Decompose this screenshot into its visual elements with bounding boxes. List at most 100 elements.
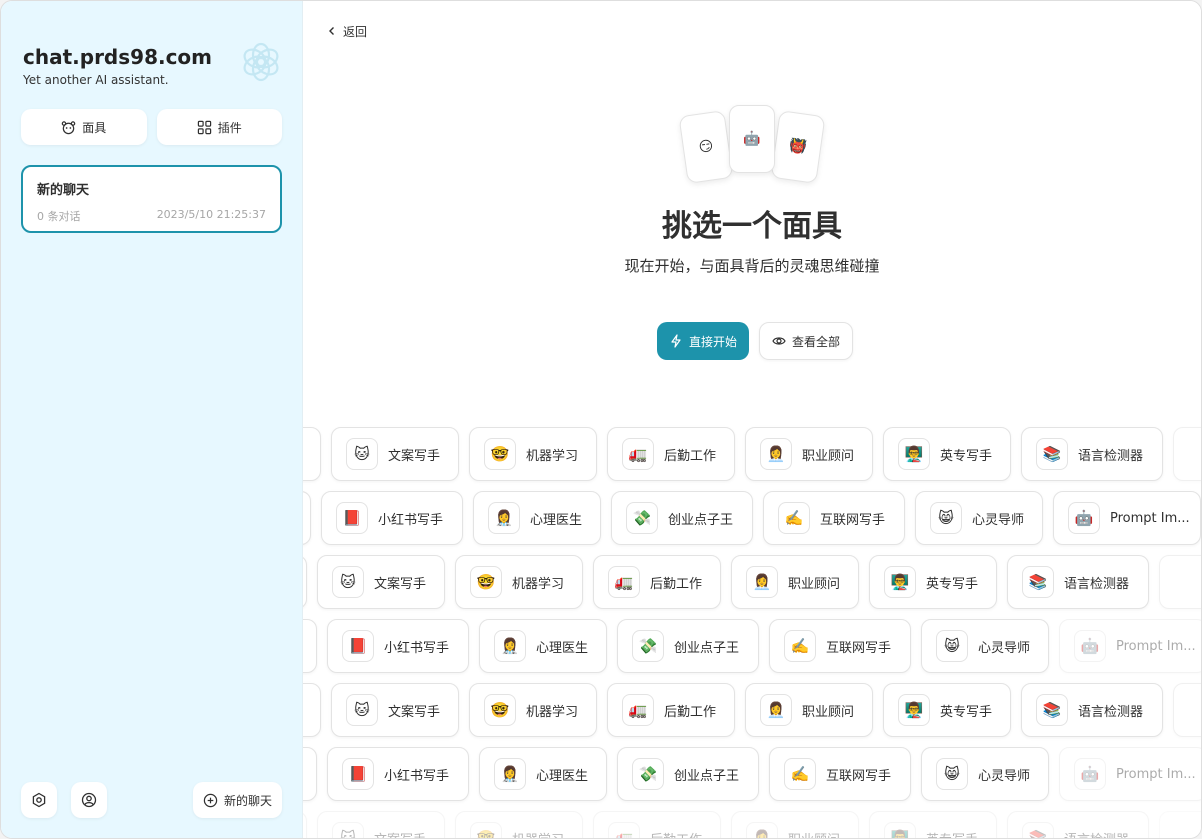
mask-name: 英专写手: [940, 448, 993, 464]
mask-chip[interactable]: [303, 555, 307, 609]
chat-list-item[interactable]: 新的聊天 0 条对话 2023/5/10 21:25:37: [21, 165, 282, 233]
mask-chip[interactable]: 🚛 后勤工作: [607, 683, 735, 737]
mask-chip[interactable]: 🐱 文案写手: [331, 683, 459, 737]
mask-name: Prompt Im...: [1110, 510, 1190, 526]
mask-chip[interactable]: 💸 创业点子王: [617, 619, 759, 673]
mask-name: 创业点子王: [674, 640, 740, 656]
mask-avatar-icon: 📚: [1022, 566, 1054, 598]
mask-chip[interactable]: 🚛 后勤工作: [593, 555, 721, 609]
mask-chip[interactable]: 👨‍🏫 英专写手: [883, 683, 1011, 737]
mask-avatar-icon: 📚: [1036, 694, 1068, 726]
mask-avatar-icon: 👩‍💼: [760, 694, 792, 726]
mask-button[interactable]: 面具: [21, 109, 147, 145]
mask-name: 互联网写手: [826, 640, 892, 656]
mask-chip[interactable]: [1173, 683, 1201, 737]
settings-icon: [32, 792, 46, 808]
mask-chip[interactable]: 👩‍⚕️ 心理医生: [479, 747, 607, 801]
mask-avatar-icon: 👨‍🏫: [884, 566, 916, 598]
mask-row: 📕 小红书写手 👩‍⚕️ 心理医生 💸 创业点子王 ✍️ 互联网写手 😸 心灵导师 🤖 Prompt …: [303, 747, 1201, 801]
mask-chip[interactable]: [303, 747, 317, 801]
mask-name: 机器学习: [526, 704, 579, 720]
mask-row: 🐱 文案写手 🤓 机器学习 🚛 后勤工作 👩‍💼 职业顾问 👨‍🏫 英专写手 📚 语言检测器: [303, 683, 1201, 737]
mask-name: 后勤工作: [650, 576, 703, 592]
start-directly-button[interactable]: 直接开始: [657, 322, 750, 360]
mask-chip[interactable]: 👩‍⚕️ 心理医生: [479, 619, 607, 673]
mask-chip[interactable]: 👩‍💼 职业顾问: [745, 427, 873, 481]
mask-chip[interactable]: [303, 811, 307, 838]
mask-chip[interactable]: 👩‍💼 职业顾问: [731, 555, 859, 609]
mask-chip[interactable]: 👨‍🏫 英专写手: [883, 427, 1011, 481]
mask-chip[interactable]: 🤓 机器学习: [455, 811, 583, 838]
mask-chip[interactable]: [303, 619, 317, 673]
settings-button[interactable]: [21, 782, 57, 818]
mask-chip[interactable]: 👩‍💼 职业顾问: [745, 683, 873, 737]
mask-chip[interactable]: 💸 创业点子王: [611, 491, 753, 545]
mask-avatar-icon: 📕: [336, 502, 368, 534]
mask-chip[interactable]: [303, 491, 311, 545]
new-chat-label: 新的聊天: [223, 793, 272, 808]
mask-chip[interactable]: 🚛 后勤工作: [607, 427, 735, 481]
mask-chip[interactable]: 😸 心灵导师: [921, 619, 1049, 673]
mask-chip[interactable]: 💸 创业点子王: [617, 747, 759, 801]
mask-name: 文案写手: [374, 576, 427, 592]
mask-avatar-icon: 🐱: [332, 822, 364, 838]
mask-chip[interactable]: 😸 心灵导师: [915, 491, 1043, 545]
mask-name: 心灵导师: [972, 512, 1025, 528]
mask-avatar-icon: 💸: [626, 502, 658, 534]
mask-row: 🐱 文案写手 🤓 机器学习 🚛 后勤工作 👩‍💼 职业顾问 👨‍🏫 英专写手 📚 语言检测器: [303, 427, 1201, 481]
mask-chip[interactable]: 📚 语言检测器: [1021, 683, 1163, 737]
mask-chip[interactable]: 😸 心灵导师: [921, 747, 1049, 801]
mask-avatar-icon: 🐱: [346, 438, 378, 470]
mask-chip[interactable]: [1159, 555, 1201, 609]
mask-name: 语言检测器: [1064, 829, 1129, 839]
mask-chip[interactable]: [1173, 427, 1201, 481]
mask-avatar-icon: 🐱: [346, 694, 378, 726]
mask-chip[interactable]: [303, 427, 321, 481]
mask-selection-page: 返回 😏 🤖 👹 挑选一个面具 现在开始，与面具背后的灵魂思维碰撞 直接开始 查…: [303, 1, 1201, 838]
mask-chip[interactable]: 🚛 后勤工作: [593, 811, 721, 838]
account-button[interactable]: [71, 782, 107, 818]
mask-chip[interactable]: 🐱 文案写手: [317, 555, 445, 609]
mask-chip[interactable]: 🤓 机器学习: [469, 427, 597, 481]
mask-avatar-icon: 🤓: [484, 694, 516, 726]
mask-chip[interactable]: 📕 小红书写手: [321, 491, 463, 545]
mask-name: 互联网写手: [826, 768, 892, 784]
mask-name: 心理医生: [536, 768, 589, 784]
mask-chip[interactable]: 📚 语言检测器: [1007, 811, 1149, 838]
plugin-button[interactable]: 插件: [156, 109, 282, 145]
back-button[interactable]: 返回: [327, 21, 367, 41]
new-chat-button[interactable]: 新的聊天: [192, 782, 282, 818]
mask-chip[interactable]: 🤖 Prompt Im...: [1059, 747, 1201, 801]
user-icon: [81, 792, 97, 808]
mask-name: 心灵导师: [978, 768, 1031, 784]
mask-chip[interactable]: ✍️ 互联网写手: [769, 747, 911, 801]
sidebar-footer: 新的聊天: [21, 782, 282, 818]
mask-name: 创业点子王: [674, 768, 740, 784]
mask-name: 互联网写手: [820, 512, 886, 528]
mask-chip[interactable]: [303, 683, 321, 737]
mask-chip[interactable]: 📕 小红书写手: [327, 619, 469, 673]
mask-chip[interactable]: 👨‍🏫 英专写手: [869, 811, 997, 838]
mask-chip[interactable]: ✍️ 互联网写手: [763, 491, 905, 545]
view-all-button[interactable]: 查看全部: [759, 322, 854, 360]
mask-name: 机器学习: [526, 448, 579, 464]
robot-emoji-icon: 🤖: [743, 131, 761, 147]
mask-card-center: 🤖: [729, 105, 775, 173]
mask-chip[interactable]: 👨‍🏫 英专写手: [869, 555, 997, 609]
mask-chip[interactable]: 🤓 机器学习: [455, 555, 583, 609]
mask-chip[interactable]: 🤓 机器学习: [469, 683, 597, 737]
mask-chip[interactable]: 🐱 文案写手: [331, 427, 459, 481]
mask-row: 📕 小红书写手 👩‍⚕️ 心理医生 💸 创业点子王 ✍️ 互联网写手 😸 心灵导师 🤖 Prompt …: [303, 491, 1201, 545]
mask-chip[interactable]: 🐱 文案写手: [317, 811, 445, 838]
mask-chip[interactable]: ✍️ 互联网写手: [769, 619, 911, 673]
mask-chip[interactable]: 👩‍💼 职业顾问: [731, 811, 859, 838]
mask-chip[interactable]: 👩‍⚕️ 心理医生: [473, 491, 601, 545]
mask-avatar-icon: ✍️: [784, 630, 816, 662]
mask-chip[interactable]: [1159, 811, 1201, 838]
openai-logo-icon: [243, 42, 279, 82]
mask-chip[interactable]: 🤖 Prompt Im...: [1053, 491, 1201, 545]
mask-chip[interactable]: 📚 语言检测器: [1021, 427, 1163, 481]
mask-chip[interactable]: 🤖 Prompt Im...: [1059, 619, 1201, 673]
mask-chip[interactable]: 📕 小红书写手: [327, 747, 469, 801]
mask-chip[interactable]: 📚 语言检测器: [1007, 555, 1149, 609]
